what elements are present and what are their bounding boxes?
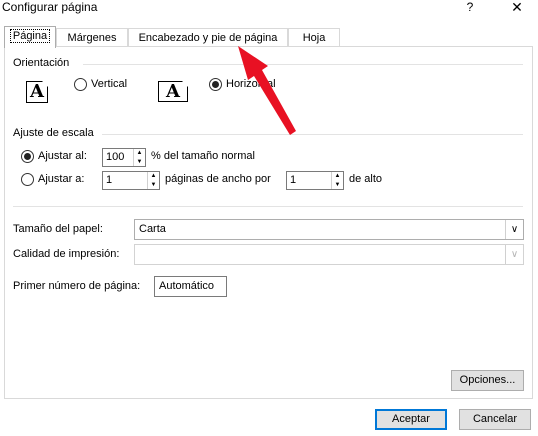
first-page-number-value[interactable]: Automático	[159, 280, 214, 292]
spin-down-icon[interactable]: ▼	[332, 181, 343, 189]
cancel-button[interactable]: Cancelar	[459, 409, 531, 430]
print-quality-label: Calidad de impresión:	[13, 248, 120, 260]
tab-hoja[interactable]: Hoja	[288, 28, 340, 47]
tab-margenes-label: Márgenes	[67, 32, 117, 44]
paper-size-label: Tamaño del papel:	[13, 223, 103, 235]
chevron-down-icon[interactable]: ∨	[505, 245, 523, 264]
fit-wide-value[interactable]: 1	[106, 174, 112, 186]
spin-up-icon[interactable]: ▲	[332, 172, 343, 180]
tab-encabezado[interactable]: Encabezado y pie de página	[128, 28, 288, 47]
fit-tall-value[interactable]: 1	[290, 174, 296, 186]
adjust-to-arrows: ▲ ▼	[133, 149, 145, 166]
adjust-to-label[interactable]: Ajustar al:	[38, 150, 87, 162]
spin-up-icon[interactable]: ▲	[148, 172, 159, 180]
tab-pagina-label: Página	[9, 29, 51, 43]
landscape-page-icon: A	[158, 81, 188, 102]
help-button[interactable]: ?	[463, 0, 477, 14]
first-page-number-label: Primer número de página:	[13, 280, 141, 292]
portrait-page-icon: A	[26, 81, 48, 103]
print-quality-select[interactable]: ∨	[134, 244, 524, 265]
first-page-number-input[interactable]: Automático	[154, 276, 227, 297]
dialog-title: Configurar página	[2, 0, 98, 14]
horizontal-label[interactable]: Horizontal	[226, 78, 276, 90]
tab-pagina[interactable]: Página	[4, 26, 56, 48]
fit-wide-spinner[interactable]: 1 ▲ ▼	[102, 171, 160, 190]
fit-tall-arrows: ▲ ▼	[331, 172, 343, 189]
fit-to-radio[interactable]	[21, 173, 34, 186]
adjust-to-spinner[interactable]: 100 ▲ ▼	[102, 148, 146, 167]
orientation-divider	[83, 64, 523, 65]
spin-up-icon[interactable]: ▲	[134, 149, 145, 157]
options-button[interactable]: Opciones...	[451, 370, 524, 391]
page-settings-panel: Orientación A Vertical A Horizontal Ajus…	[4, 46, 533, 399]
tab-encabezado-label: Encabezado y pie de página	[138, 32, 278, 44]
orientation-heading: Orientación	[13, 57, 70, 69]
paper-size-select[interactable]: Carta ∨	[134, 219, 524, 240]
close-button[interactable]: ✕	[510, 0, 524, 16]
fit-to-label[interactable]: Ajustar a:	[38, 173, 84, 185]
scaling-heading: Ajuste de escala	[13, 127, 94, 139]
fit-wide-suffix: páginas de ancho por	[165, 173, 271, 185]
fit-tall-suffix: de alto	[349, 173, 383, 185]
adjust-to-radio[interactable]	[21, 150, 34, 163]
fit-wide-arrows: ▲ ▼	[147, 172, 159, 189]
vertical-radio[interactable]	[74, 78, 87, 91]
ok-button[interactable]: Aceptar	[375, 409, 447, 430]
horizontal-radio[interactable]	[209, 78, 222, 91]
adjust-to-suffix: % del tamaño normal	[151, 150, 255, 162]
paper-size-value: Carta	[139, 223, 166, 235]
spin-down-icon[interactable]: ▼	[134, 158, 145, 166]
spin-down-icon[interactable]: ▼	[148, 181, 159, 189]
vertical-label[interactable]: Vertical	[91, 78, 127, 90]
chevron-down-icon[interactable]: ∨	[505, 220, 523, 239]
paper-divider	[13, 206, 523, 207]
tab-hoja-label: Hoja	[302, 32, 326, 44]
fit-tall-spinner[interactable]: 1 ▲ ▼	[286, 171, 344, 190]
adjust-to-value[interactable]: 100	[106, 151, 124, 163]
scaling-divider	[102, 134, 523, 135]
tab-margenes[interactable]: Márgenes	[56, 28, 128, 47]
title-bar: Configurar página ? ✕	[0, 0, 538, 18]
